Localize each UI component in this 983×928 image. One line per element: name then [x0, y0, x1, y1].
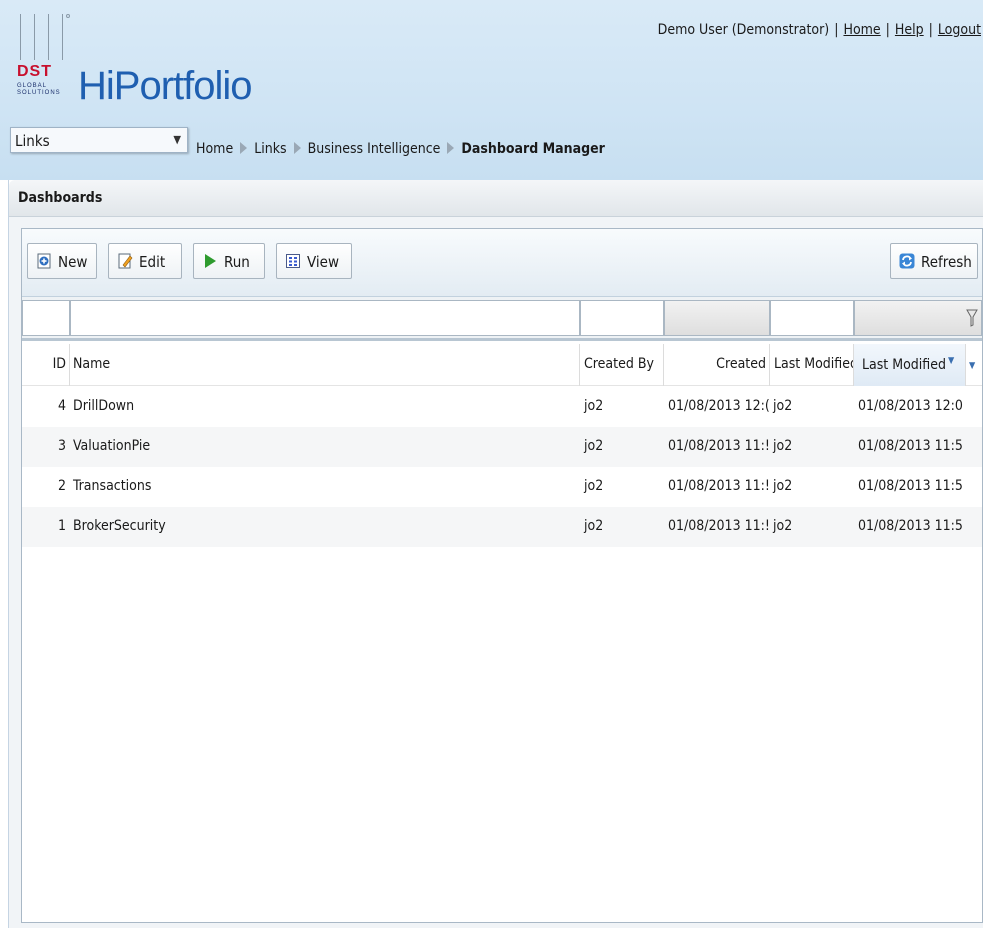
filter-name-input[interactable]	[70, 300, 580, 336]
dashboards-grid: New Edit Run View Refresh ID Name Create…	[21, 228, 983, 923]
filter-created-by-input[interactable]	[580, 300, 664, 336]
column-header-last-modified-by[interactable]: Last Modified	[770, 344, 854, 386]
column-header-last-modified[interactable]: Last Modified ▼	[854, 344, 966, 386]
table-row[interactable]: 4 DrillDown jo2 01/08/2013 12:(jo2 01/08/201…	[22, 387, 982, 427]
cell-created: 01/08/2013 11:!	[668, 478, 770, 494]
filter-funnel-icon[interactable]	[966, 309, 978, 327]
chevron-down-icon: ▼	[173, 133, 181, 146]
column-header-last-modified-label: Last Modified	[862, 357, 946, 373]
edit-button[interactable]: Edit	[108, 243, 182, 279]
breadcrumb-home[interactable]: Home	[196, 141, 233, 157]
cell-id: 3	[57, 438, 66, 454]
new-document-icon	[37, 253, 51, 269]
cell-id: 2	[57, 478, 66, 494]
breadcrumb-current: Dashboard Manager	[461, 141, 605, 157]
dashboards-panel: Dashboards New Edit Run View Refresh ID …	[8, 180, 983, 928]
refresh-button-label: Refresh	[921, 253, 972, 271]
table-header-row: ID Name Created By Created Last Modified…	[22, 344, 982, 386]
sort-desc-icon: ▼	[948, 356, 955, 366]
column-header-created-by[interactable]: Created By	[580, 344, 664, 386]
view-button-label: View	[307, 253, 339, 271]
filter-id-input[interactable]	[22, 300, 70, 336]
new-button-label: New	[58, 253, 88, 271]
help-link[interactable]: Help	[895, 22, 924, 38]
new-button[interactable]: New	[27, 243, 97, 279]
breadcrumb-arrow-icon	[447, 142, 455, 154]
app-header: DST GLOBAL SOLUTIONS HiPortfolio Demo Us…	[0, 0, 983, 180]
breadcrumb-arrow-icon	[240, 142, 248, 154]
cell-id: 1	[57, 518, 66, 534]
table-row[interactable]: 3 ValuationPie jo2 01/08/2013 11:! jo2 01/08/…	[22, 427, 982, 467]
breadcrumb-business-intelligence[interactable]: Business Intelligence	[308, 141, 441, 157]
filter-created-input[interactable]	[664, 300, 770, 336]
dst-logo: DST	[17, 63, 52, 81]
breadcrumb-arrow-icon	[293, 142, 301, 154]
table-row[interactable]: 2 Transactions jo2 01/08/2013 11:! jo2 01/08/…	[22, 467, 982, 507]
logout-link[interactable]: Logout	[938, 22, 981, 38]
view-grid-icon	[286, 254, 300, 268]
refresh-icon	[899, 253, 915, 269]
filter-row	[22, 297, 982, 341]
cell-last-modified: 01/08/2013 11:5	[858, 518, 963, 534]
panel-header: Dashboards	[9, 180, 983, 217]
cell-created: 01/08/2013 11:!	[668, 438, 770, 454]
cell-name: BrokerSecurity	[73, 518, 166, 534]
cell-last-modified-by: jo2	[773, 478, 793, 494]
cell-last-modified: 01/08/2013 12:0	[858, 398, 963, 414]
cell-last-modified-by: jo2	[773, 438, 793, 454]
logo-text: DST	[17, 63, 52, 80]
play-icon	[205, 254, 216, 268]
breadcrumb: Home Links Business Intelligence Dashboard …	[196, 141, 605, 157]
logo-subtext: GLOBAL SOLUTIONS	[17, 83, 61, 96]
cell-id: 4	[57, 398, 66, 414]
cell-created-by: jo2	[584, 478, 604, 494]
run-button[interactable]: Run	[193, 243, 265, 279]
cell-last-modified-by: jo2	[773, 518, 793, 534]
cell-last-modified: 01/08/2013 11:5	[858, 438, 963, 454]
cell-created-by: jo2	[584, 398, 604, 414]
column-header-id[interactable]: ID	[22, 344, 70, 386]
cell-created-by: jo2	[584, 438, 604, 454]
chevron-down-icon: ▼	[969, 361, 976, 371]
refresh-button[interactable]: Refresh	[890, 243, 978, 279]
edit-pencil-icon	[118, 253, 133, 269]
cell-created: 01/08/2013 11:!	[668, 518, 770, 534]
cell-name: DrillDown	[73, 398, 135, 414]
filter-modified-by-input[interactable]	[770, 300, 854, 336]
run-button-label: Run	[224, 253, 250, 271]
user-links: Demo User (Demonstrator) | Home | Help | Logou…	[657, 22, 981, 38]
home-link[interactable]: Home	[843, 22, 880, 38]
app-title: HiPortfolio	[78, 64, 253, 108]
grid-toolbar: New Edit Run View Refresh	[22, 229, 982, 297]
user-name: Demo User (Demonstrator)	[657, 22, 830, 38]
table-row[interactable]: 1 BrokerSecurity jo2 01/08/2013 11:! jo2 01/0…	[22, 507, 982, 547]
panel-title: Dashboards	[18, 190, 103, 206]
cell-last-modified: 01/08/2013 11:5	[858, 478, 963, 494]
cell-created-by: jo2	[584, 518, 604, 534]
links-dropdown[interactable]: Links ▼	[10, 127, 188, 153]
cell-name: ValuationPie	[73, 438, 151, 454]
edit-button-label: Edit	[139, 253, 166, 271]
cell-created: 01/08/2013 12:(	[668, 398, 770, 414]
links-dropdown-value: Links	[15, 132, 50, 150]
column-header-created[interactable]: Created	[664, 344, 770, 386]
cell-name: Transactions	[73, 478, 152, 494]
column-header-name[interactable]: Name	[70, 344, 580, 386]
breadcrumb-links[interactable]: Links	[254, 141, 286, 157]
column-menu-button[interactable]: ▼	[966, 344, 982, 386]
cell-last-modified-by: jo2	[773, 398, 793, 414]
filter-last-modified-input[interactable]	[854, 300, 982, 336]
logo-graphic	[18, 14, 72, 60]
view-button[interactable]: View	[276, 243, 352, 279]
